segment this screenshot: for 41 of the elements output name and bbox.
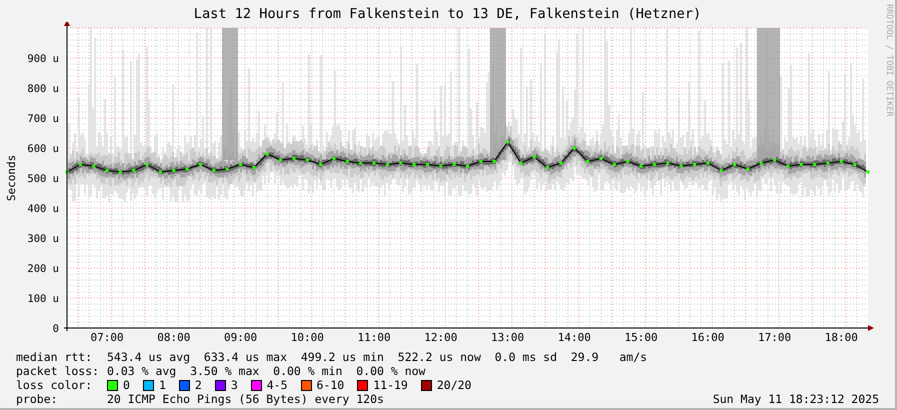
timestamp: Sun May 11 18:23:12 2025 xyxy=(712,392,879,406)
y-tick-label: 500 u xyxy=(27,173,59,185)
x-tick-label: 11:00 xyxy=(357,331,391,344)
y-tick-label: 900 u xyxy=(27,53,59,65)
y-tick-label: 600 u xyxy=(27,143,59,155)
loss-color-label: 3 xyxy=(230,378,238,392)
y-tick-label: 100 u xyxy=(27,293,59,305)
loss-color-label: 4-5 xyxy=(266,378,288,392)
y-tick-label: 0 xyxy=(52,323,59,335)
legend-label: loss color: xyxy=(16,378,94,392)
loss-color-label: 11-19 xyxy=(373,378,408,392)
probe-text: 20 ICMP Echo Pings (56 Bytes) every 120s xyxy=(107,392,384,406)
x-tick-label: 10:00 xyxy=(290,331,324,344)
x-tick-label: 17:00 xyxy=(758,331,792,344)
loss-color-label: 20/20 xyxy=(436,378,472,392)
rrdtool-credit: RRDTOOL / TOBI OETIKER xyxy=(884,4,894,117)
y-tick-label: 400 u xyxy=(27,203,59,215)
x-tick-label: 13:00 xyxy=(490,331,524,344)
loss-color-label: 0 xyxy=(123,378,130,392)
loss-color-label: 6-10 xyxy=(316,378,344,392)
y-tick-label: 200 u xyxy=(27,263,59,275)
x-tick-label: 09:00 xyxy=(224,331,258,344)
x-tick-label: 16:00 xyxy=(691,331,724,344)
graph-title: Last 12 Hours from Falkenstein to 13 DE, Falkenstein (Hetzner) xyxy=(194,6,702,22)
legend-label: packet loss: xyxy=(16,364,100,378)
x-tick-label: 12:00 xyxy=(424,331,458,344)
legend-label: probe: xyxy=(16,392,59,406)
y-tick-label: 800 u xyxy=(27,83,59,95)
loss-color-label: 2 xyxy=(194,378,202,392)
y-tick-label: 700 u xyxy=(27,113,59,125)
loss-color-label: 1 xyxy=(158,378,166,392)
y-axis-title: Seconds xyxy=(5,154,18,202)
x-tick-label: 15:00 xyxy=(624,331,658,344)
legend-values: 0.03 % avg 3.50 % max 0.00 % min 0.00 % now xyxy=(107,364,426,378)
y-tick-label: 300 u xyxy=(27,233,59,245)
x-tick-label: 18:00 xyxy=(824,331,858,344)
x-tick-label: 08:00 xyxy=(157,331,190,344)
legend-label: median rtt: xyxy=(16,350,94,364)
legend-values: 543.4 us avg 633.4 us max 499.2 us min 522.2 us now 0.0 ms sd 29.9 am/s xyxy=(107,350,648,364)
x-tick-label: 14:00 xyxy=(558,331,591,344)
x-tick-label: 07:00 xyxy=(90,331,124,344)
